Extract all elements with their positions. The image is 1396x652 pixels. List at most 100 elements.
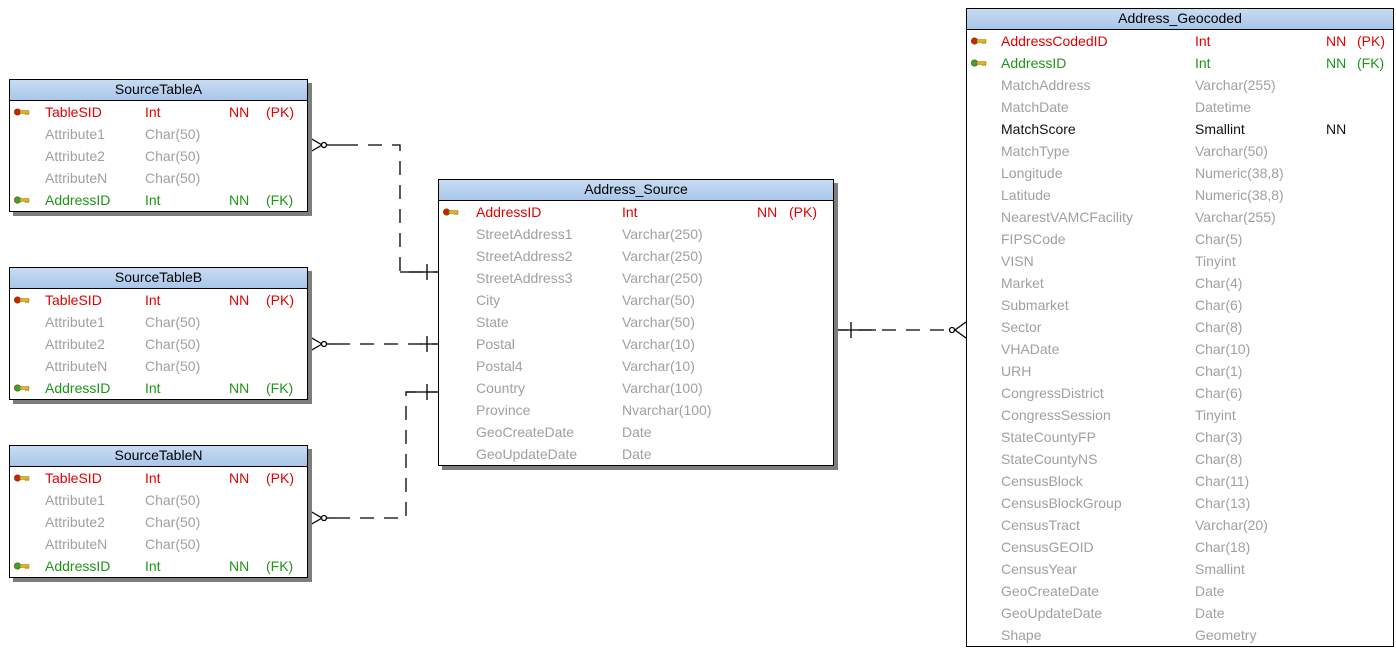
table-row[interactable]: AttributeN Char(50) [10, 355, 307, 377]
table-row[interactable]: Submarket Char(6) [967, 294, 1393, 316]
column-name: StreetAddress3 [476, 270, 573, 286]
table-source-table-n[interactable]: SourceTableN TableSID Int NN (PK) Attribute1… [9, 445, 308, 578]
table-row[interactable]: CongressDistrict Char(6) [967, 382, 1393, 404]
column-type: Numeric(38,8) [1195, 187, 1284, 203]
column-type: Smallint [1195, 121, 1245, 137]
table-row[interactable]: VISN Tinyint [967, 250, 1393, 272]
column-type: Int [1195, 55, 1211, 71]
column-name: GeoCreateDate [476, 424, 575, 440]
table-row[interactable]: TableSID Int NN (PK) [10, 101, 307, 123]
column-type: Smallint [1195, 561, 1245, 577]
table-source-table-a[interactable]: SourceTableA TableSID Int NN (PK) Attribute1… [9, 79, 308, 212]
table-row[interactable]: MatchScore Smallint NN [967, 118, 1393, 140]
foreign-key-icon [971, 59, 987, 67]
table-row[interactable]: StreetAddress2 Varchar(250) [439, 245, 833, 267]
column-name: TableSID [45, 470, 102, 486]
column-type: Char(50) [145, 126, 201, 142]
column-not-null: NN [229, 470, 250, 486]
column-type: Date [622, 424, 652, 440]
table-row[interactable]: NearestVAMCFacility Varchar(255) [967, 206, 1393, 228]
table-address-source[interactable]: Address_Source AddressID Int NN (PK) StreetA… [438, 179, 834, 466]
column-name: CensusBlock [1001, 473, 1083, 489]
table-row[interactable]: GeoCreateDate Date [967, 580, 1393, 602]
table-row[interactable]: Province Nvarchar(100) [439, 399, 833, 421]
table-row[interactable]: City Varchar(50) [439, 289, 833, 311]
table-row[interactable]: Attribute1 Char(50) [10, 123, 307, 145]
table-row[interactable]: Attribute2 Char(50) [10, 511, 307, 533]
table-row[interactable]: URH Char(1) [967, 360, 1393, 382]
table-row[interactable]: GeoCreateDate Date [439, 421, 833, 443]
column-name: Sector [1001, 319, 1042, 335]
table-row[interactable]: MatchAddress Varchar(255) [967, 74, 1393, 96]
table-row[interactable]: CensusYear Smallint [967, 558, 1393, 580]
table-row[interactable]: Shape Geometry [967, 624, 1393, 646]
table-row[interactable]: StateCountyNS Char(8) [967, 448, 1393, 470]
column-type: Char(8) [1195, 319, 1243, 335]
table-row[interactable]: AddressID Int NN (FK) [10, 555, 307, 577]
table-row[interactable]: Attribute2 Char(50) [10, 333, 307, 355]
table-row[interactable]: StreetAddress1 Varchar(250) [439, 223, 833, 245]
column-type: Char(4) [1195, 275, 1243, 291]
table-row[interactable]: Postal Varchar(10) [439, 333, 833, 355]
table-row[interactable]: AttributeN Char(50) [10, 533, 307, 555]
table-row[interactable]: Latitude Numeric(38,8) [967, 184, 1393, 206]
column-type: Varchar(250) [622, 270, 703, 286]
table-row[interactable]: StreetAddress3 Varchar(250) [439, 267, 833, 289]
rel-line-source-a [344, 144, 438, 273]
table-row[interactable]: AddressCodedID Int NN (PK) [967, 30, 1393, 52]
table-row[interactable]: TableSID Int NN (PK) [10, 467, 307, 489]
column-type: Nvarchar(100) [622, 402, 712, 418]
column-type: Char(3) [1195, 429, 1243, 445]
column-name: Attribute1 [45, 126, 105, 142]
column-not-null: NN [229, 558, 250, 574]
table-row[interactable]: Attribute1 Char(50) [10, 311, 307, 333]
table-row[interactable]: AddressID Int NN (PK) [439, 201, 833, 223]
table-row[interactable]: Longitude Numeric(38,8) [967, 162, 1393, 184]
column-name: Country [476, 380, 526, 396]
table-row[interactable]: MatchDate Datetime [967, 96, 1393, 118]
table-title: SourceTableB [10, 268, 307, 289]
column-name: FIPSCode [1001, 231, 1066, 247]
table-row[interactable]: GeoUpdateDate Date [439, 443, 833, 465]
foreign-key-icon [14, 196, 30, 204]
table-row[interactable]: AddressID Int NN (FK) [10, 377, 307, 399]
crows-foot-a [309, 137, 344, 153]
table-row[interactable]: Country Varchar(100) [439, 377, 833, 399]
column-type: Char(50) [145, 170, 201, 186]
column-type: Char(50) [145, 314, 201, 330]
table-row[interactable]: CensusGEOID Char(18) [967, 536, 1393, 558]
table-row[interactable]: CensusBlock Char(11) [967, 470, 1393, 492]
table-address-geocoded[interactable]: Address_Geocoded AddressCodedID Int NN (PK)… [966, 8, 1394, 647]
rel-line-source-n [336, 391, 438, 519]
table-body: AddressID Int NN (PK) StreetAddress1 Varchar(… [439, 201, 833, 465]
table-row[interactable]: FIPSCode Char(5) [967, 228, 1393, 250]
column-key: (FK) [266, 558, 294, 574]
column-type: Varchar(10) [622, 358, 695, 374]
column-type: Char(1) [1195, 363, 1243, 379]
table-row[interactable]: Market Char(4) [967, 272, 1393, 294]
table-row[interactable]: Postal4 Varchar(10) [439, 355, 833, 377]
column-not-null: NN [757, 204, 778, 220]
column-type: Varchar(250) [622, 226, 703, 242]
table-row[interactable]: Sector Char(8) [967, 316, 1393, 338]
table-row[interactable]: Attribute1 Char(50) [10, 489, 307, 511]
column-not-null: NN [1326, 33, 1347, 49]
table-row[interactable]: StateCountyFP Char(3) [967, 426, 1393, 448]
table-row[interactable]: CensusBlockGroup Char(13) [967, 492, 1393, 514]
table-row[interactable]: GeoUpdateDate Date [967, 602, 1393, 624]
table-row[interactable]: TableSID Int NN (PK) [10, 289, 307, 311]
table-row[interactable]: MatchType Varchar(50) [967, 140, 1393, 162]
table-row[interactable]: CongressSession Tinyint [967, 404, 1393, 426]
table-row[interactable]: State Varchar(50) [439, 311, 833, 333]
column-type: Varchar(100) [622, 380, 703, 396]
table-row[interactable]: AttributeN Char(50) [10, 167, 307, 189]
table-row[interactable]: Attribute2 Char(50) [10, 145, 307, 167]
table-row[interactable]: AddressID Int NN (FK) [10, 189, 307, 211]
table-row[interactable]: AddressID Int NN (FK) [967, 52, 1393, 74]
table-row[interactable]: CensusTract Varchar(20) [967, 514, 1393, 536]
table-source-table-b[interactable]: SourceTableB TableSID Int NN (PK) Attribute1… [9, 267, 308, 400]
column-name: Attribute1 [45, 314, 105, 330]
column-name: Market [1001, 275, 1044, 291]
table-row[interactable]: VHADate Char(10) [967, 338, 1393, 360]
column-type: Datetime [1195, 99, 1252, 115]
